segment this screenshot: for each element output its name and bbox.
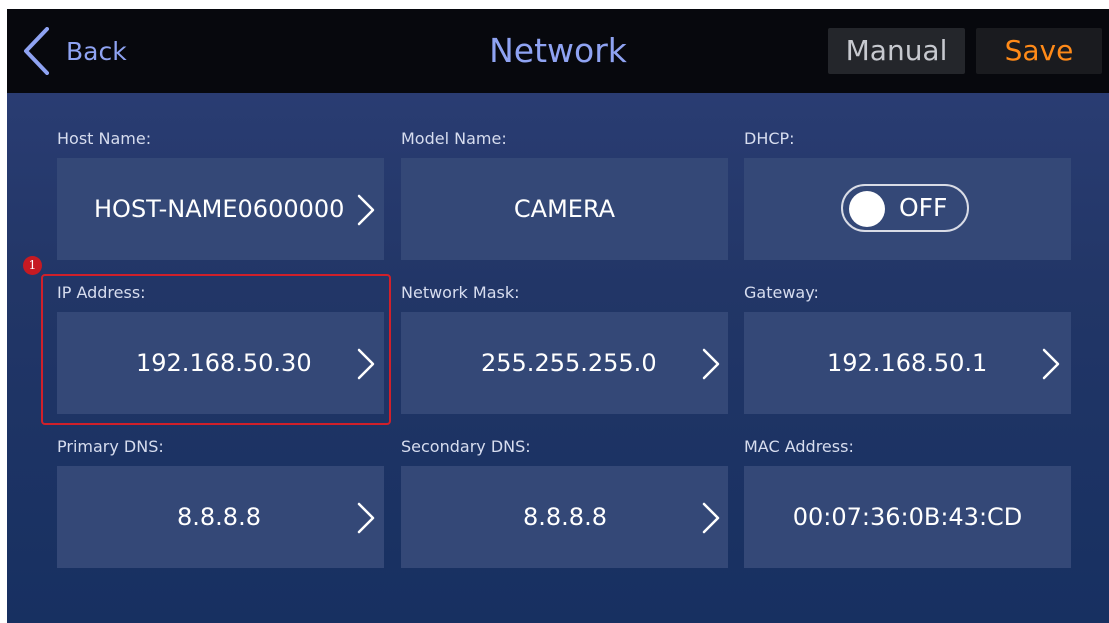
chevron-right-icon <box>702 502 720 534</box>
dhcp-tile: OFF <box>744 158 1071 260</box>
network-mask-label: Network Mask: <box>401 283 520 302</box>
chevron-right-icon <box>357 194 375 226</box>
mac-address-label: MAC Address: <box>744 437 854 456</box>
back-label: Back <box>66 36 127 66</box>
gateway-label: Gateway: <box>744 283 819 302</box>
network-mask-tile[interactable]: 255.255.255.0 <box>401 312 728 414</box>
host-name-label: Host Name: <box>57 129 152 148</box>
mac-address-value: 00:07:36:0B:43:CD <box>792 503 1023 531</box>
chevron-left-icon <box>24 27 49 75</box>
gateway-value: 192.168.50.1 <box>827 349 988 377</box>
primary-dns-tile[interactable]: 8.8.8.8 <box>57 466 384 568</box>
model-name-value: CAMERA <box>513 195 616 223</box>
dhcp-toggle-state: OFF <box>899 193 948 222</box>
dhcp-label: DHCP: <box>744 129 795 148</box>
gateway-tile[interactable]: 192.168.50.1 <box>744 312 1071 414</box>
back-button[interactable]: Back <box>23 27 127 75</box>
dhcp-toggle[interactable]: OFF <box>841 184 969 232</box>
network-mask-value: 255.255.255.0 <box>481 349 657 377</box>
model-name-label: Model Name: <box>401 129 507 148</box>
ip-address-value: 192.168.50.30 <box>136 349 312 377</box>
mac-address-tile: 00:07:36:0B:43:CD <box>744 466 1071 568</box>
annotation-badge: 1 <box>23 256 42 275</box>
primary-dns-value: 8.8.8.8 <box>177 503 261 531</box>
chevron-right-icon <box>702 348 720 380</box>
secondary-dns-value: 8.8.8.8 <box>523 503 607 531</box>
ip-address-label: IP Address: <box>57 283 146 302</box>
secondary-dns-tile[interactable]: 8.8.8.8 <box>401 466 728 568</box>
manual-button[interactable]: Manual <box>828 28 965 74</box>
chevron-right-icon <box>357 502 375 534</box>
secondary-dns-label: Secondary DNS: <box>401 437 531 456</box>
top-bar: Back Network Manual Save <box>7 9 1109 93</box>
primary-dns-label: Primary DNS: <box>57 437 164 456</box>
host-name-value: HOST-NAME0600000 <box>94 195 345 223</box>
host-name-tile[interactable]: HOST-NAME0600000 <box>57 158 384 260</box>
model-name-tile: CAMERA <box>401 158 728 260</box>
toggle-knob <box>849 191 885 227</box>
chevron-right-icon <box>357 348 375 380</box>
ip-address-tile[interactable]: 192.168.50.30 <box>57 312 384 414</box>
save-button[interactable]: Save <box>976 28 1102 74</box>
chevron-right-icon <box>1042 348 1060 380</box>
network-settings-screen: Back Network Manual Save Host Name: HOST… <box>7 9 1109 623</box>
